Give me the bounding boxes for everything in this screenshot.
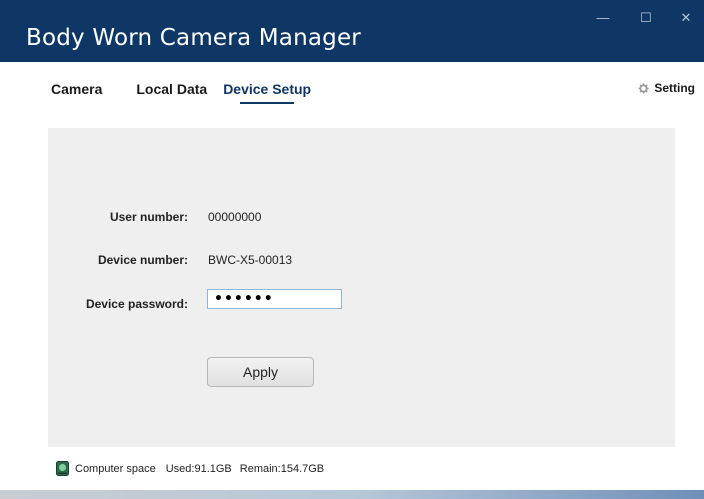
tab-label: Local Data xyxy=(136,81,208,97)
user-number-label: User number: xyxy=(109,210,188,224)
user-number-value: 00000000 xyxy=(208,210,262,224)
tab-local-data[interactable]: Local Data xyxy=(136,81,207,97)
close-button[interactable]: ✕ xyxy=(664,6,704,30)
tab-camera[interactable]: Camera xyxy=(51,81,102,97)
apply-button[interactable]: Apply xyxy=(207,357,314,387)
maximize-button[interactable]: ☐ xyxy=(624,6,668,30)
bottom-strip xyxy=(0,490,704,499)
device-setup-panel xyxy=(48,128,675,447)
app-title: Body Worn Camera Manager xyxy=(26,25,361,51)
tab-label: Device Setup xyxy=(223,81,312,97)
disk-icon xyxy=(56,461,69,476)
tab-device-setup[interactable]: Device Setup xyxy=(223,81,312,104)
computer-space-label: Computer space xyxy=(75,462,156,475)
device-password-label: Device password: xyxy=(85,297,188,311)
status-bar: Computer space Used:91.1GB Remain:154.7G… xyxy=(56,461,324,476)
gear-icon xyxy=(637,82,650,95)
remain-space: Remain:154.7GB xyxy=(239,462,325,475)
device-number-value: BWC-X5-00013 xyxy=(208,253,293,267)
minimize-button[interactable]: — xyxy=(581,6,625,30)
active-tab-indicator xyxy=(240,102,295,104)
setting-button[interactable]: Setting xyxy=(637,81,695,95)
tab-label: Camera xyxy=(51,81,103,97)
title-bar: Body Worn Camera Manager — ☐ ✕ xyxy=(0,0,704,62)
device-password-field[interactable] xyxy=(207,289,342,309)
setting-label: Setting xyxy=(654,81,695,95)
tab-bar: Camera Local Data Device Setup xyxy=(51,81,312,104)
used-space: Used:91.1GB xyxy=(165,462,232,475)
device-number-label: Device number: xyxy=(97,253,188,267)
